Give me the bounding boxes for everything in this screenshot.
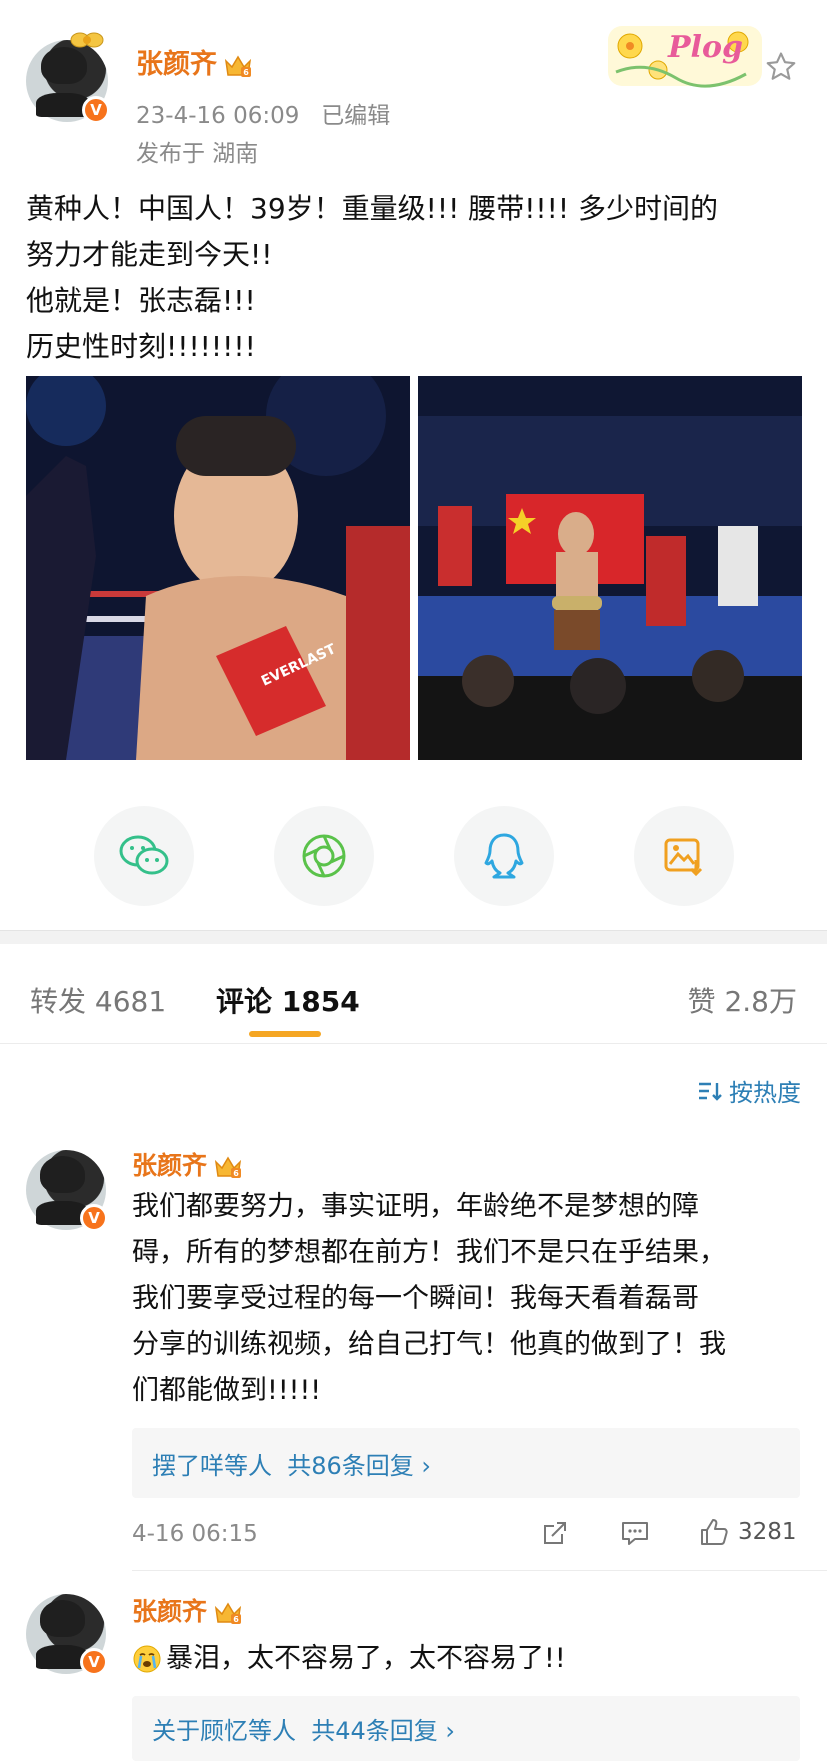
- section-divider: [0, 930, 827, 944]
- plog-sticker: Plog: [606, 20, 766, 92]
- plog-sticker-text: Plog: [668, 30, 743, 65]
- share-qq-button[interactable]: [454, 806, 554, 906]
- vip-crown-icon: 6: [213, 1600, 243, 1626]
- verified-badge-icon: V: [80, 1204, 108, 1232]
- tab-repost[interactable]: 转发 4681: [30, 980, 166, 1020]
- author-name-text[interactable]: 张颜齐: [136, 49, 217, 80]
- author-name[interactable]: 张颜齐 6: [136, 42, 253, 81]
- qq-icon: [484, 833, 524, 879]
- active-tab-indicator: [249, 1031, 321, 1037]
- post-text-line: 黄种人！中国人！39岁！重量级!!! 腰带!!!! 多少时间的: [26, 192, 719, 225]
- comment-like-button[interactable]: 3281: [698, 1516, 797, 1548]
- tab-comments[interactable]: 评论 1854: [216, 980, 360, 1020]
- save-image-icon: [664, 838, 703, 877]
- comment-text-line: 暴泪，太不容易了，太不容易了!!: [166, 1643, 566, 1674]
- avatar-hair: [40, 1600, 86, 1638]
- comment-reply-button[interactable]: [620, 1518, 650, 1548]
- svg-text:6: 6: [233, 1169, 239, 1178]
- comment-author-name[interactable]: 张颜齐 6: [132, 1146, 243, 1182]
- comment-text-line: 碍，所有的梦想都在前方！我们不是只在乎结果，: [132, 1237, 726, 1268]
- post-photo-2[interactable]: [418, 376, 802, 760]
- favorite-star-icon[interactable]: [764, 50, 798, 84]
- comment-text-line: 分享的训练视频，给自己打气！他真的做到了！我: [132, 1329, 726, 1360]
- comment-text: 暴泪，太不容易了，太不容易了!!: [132, 1636, 810, 1682]
- comment-time: 4-16 06:15: [132, 1521, 258, 1547]
- interaction-tabs: 转发 4681 评论 1854 赞 2.8万: [0, 944, 827, 1044]
- share-moments-button[interactable]: [274, 806, 374, 906]
- post-text-line: 历史性时刻!!!!!!!!: [26, 330, 256, 363]
- vip-crown-icon: 6: [223, 53, 253, 79]
- comment-avatar[interactable]: V: [26, 1150, 108, 1232]
- tab-likes[interactable]: 赞 2.8万: [688, 980, 797, 1020]
- thumbs-up-icon: [701, 1519, 728, 1545]
- avatar-hair: [40, 1156, 86, 1194]
- sort-label[interactable]: 按热度: [729, 1073, 801, 1108]
- comment-avatar[interactable]: V: [26, 1594, 108, 1676]
- share-row: [0, 806, 827, 906]
- comment-text-line: 我们要享受过程的每一个瞬间！我每天看着磊哥: [132, 1283, 699, 1314]
- edited-label[interactable]: 已编辑: [321, 103, 390, 129]
- weibo-post: V 张颜齐 6 23-4-16 06:09 已编辑 发布于 湖南 Plog 黄种人…: [0, 0, 827, 930]
- svg-text:6: 6: [243, 68, 249, 77]
- post-location: 发布于 湖南: [136, 141, 259, 167]
- post-text: 黄种人！中国人！39岁！重量级!!! 腰带!!!! 多少时间的 努力才能走到今天…: [26, 186, 806, 370]
- comment-text-line: 们都能做到!!!!!: [132, 1375, 322, 1406]
- forward-icon: [544, 1522, 566, 1544]
- post-text-line: 努力才能走到今天!!: [26, 238, 273, 271]
- comment-author-name[interactable]: 张颜齐 6: [132, 1592, 243, 1628]
- share-wechat-button[interactable]: [94, 806, 194, 906]
- comment-text: 我们都要努力，事实证明，年龄绝不是梦想的障 碍，所有的梦想都在前方！我们不是只在…: [132, 1184, 810, 1414]
- replies-preview[interactable]: 摆了咩等人 共86条回复 ›: [132, 1428, 800, 1498]
- post-text-line: 他就是！张志磊!!!: [26, 284, 256, 317]
- comment-text-line: 我们都要努力，事实证明，年龄绝不是梦想的障: [132, 1191, 699, 1222]
- post-photo-1[interactable]: EVERLAST: [26, 376, 410, 760]
- reply-people[interactable]: 关于顾忆等人: [152, 1711, 296, 1746]
- sort-icon: [699, 1082, 722, 1101]
- reply-count[interactable]: 共44条回复 ›: [311, 1711, 455, 1746]
- comment-divider: [132, 1570, 827, 1571]
- comment-like-count: 3281: [738, 1519, 797, 1545]
- flag-celebration-photo: [418, 376, 802, 760]
- post-time: 23-4-16 06:09: [136, 103, 300, 129]
- reply-people[interactable]: 摆了咩等人: [152, 1446, 272, 1481]
- comment-author-text[interactable]: 张颜齐: [132, 1151, 207, 1180]
- comment-author-text[interactable]: 张颜齐: [132, 1597, 207, 1626]
- post-meta: 23-4-16 06:09 已编辑: [136, 96, 390, 130]
- boxer-closeup-photo: EVERLAST: [26, 376, 410, 760]
- wechat-icon: [119, 835, 169, 875]
- vip-crown-icon: 6: [213, 1154, 243, 1180]
- replies-preview[interactable]: 关于顾忆等人 共44条回复 ›: [132, 1696, 800, 1761]
- moments-icon: [302, 834, 346, 878]
- comment-forward-button[interactable]: [540, 1518, 570, 1548]
- bow-decoration-icon: [70, 32, 104, 48]
- save-image-button[interactable]: [634, 806, 734, 906]
- crying-emoji-icon: [133, 1645, 161, 1673]
- verified-badge-icon: V: [82, 96, 110, 124]
- reply-count[interactable]: 共86条回复 ›: [287, 1446, 431, 1481]
- sort-by-hot-button[interactable]: 按热度: [697, 1073, 801, 1108]
- verified-badge-icon: V: [80, 1648, 108, 1676]
- comment-icon: [622, 1522, 648, 1545]
- svg-text:6: 6: [233, 1615, 239, 1624]
